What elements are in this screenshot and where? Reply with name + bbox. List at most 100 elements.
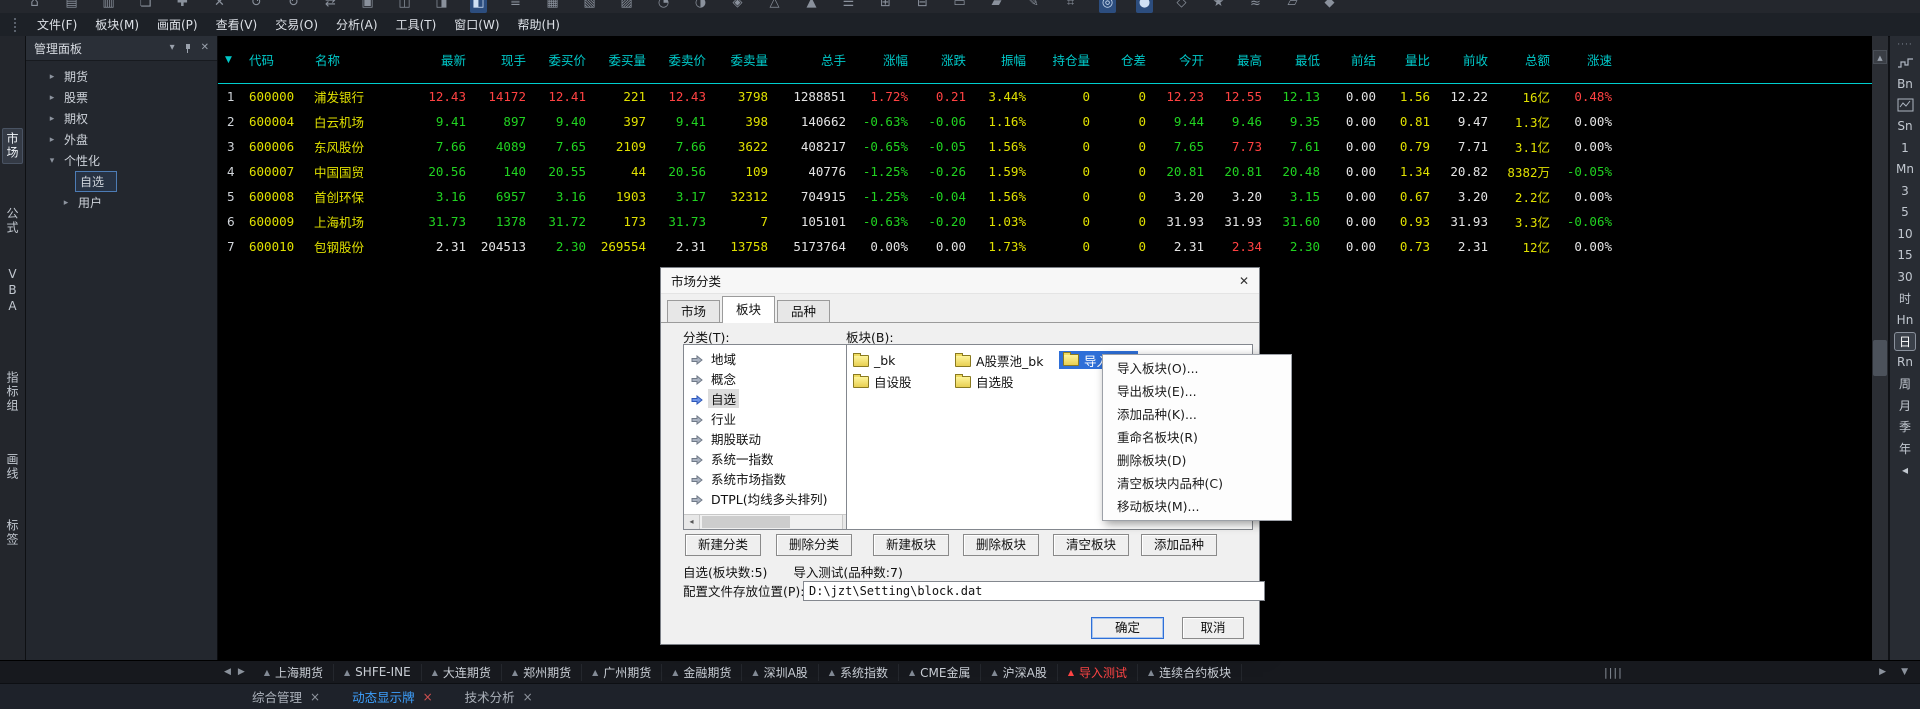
table-row[interactable]: 3600006东风股份7.6640897.6521097.66362240821… [218, 134, 1872, 159]
market-tab[interactable]: ▲大连期货 [422, 664, 502, 681]
horizontal-scrollbar[interactable]: ◂ ▸ [684, 514, 858, 529]
toolbar-icon[interactable]: ⌂ [26, 0, 43, 13]
toolbar-icon[interactable]: ↺ [248, 0, 265, 13]
side-tab[interactable]: 指标组 [3, 368, 22, 416]
close-icon[interactable]: ✕ [1239, 274, 1249, 288]
column-header[interactable]: 涨跌 [916, 50, 974, 69]
context-menu-item[interactable]: 删除板块(D) [1103, 449, 1291, 472]
cancel-button[interactable]: 取消 [1182, 617, 1244, 639]
dialog-tab[interactable]: 品种 [777, 300, 830, 322]
table-row[interactable]: 4600007中国国贸20.5614020.554420.5610940776-… [218, 159, 1872, 184]
scroll-left-icon[interactable]: ◂ [684, 515, 700, 529]
tab-nav-arrow-icon[interactable]: ▼ [1901, 667, 1908, 677]
column-header[interactable]: 振幅 [974, 50, 1034, 69]
period-button[interactable]: 年 [1894, 438, 1916, 460]
dialog-tab[interactable]: 板块 [722, 296, 775, 323]
column-header[interactable]: 量比 [1384, 50, 1438, 69]
tree-item[interactable]: ▸外盘 [26, 129, 217, 150]
dialog-button[interactable]: 新建板块 [873, 534, 949, 556]
column-header[interactable]: 最低 [1270, 50, 1328, 69]
board-item[interactable]: 自设股 [853, 371, 912, 392]
toolbar-icon[interactable]: ▤ [63, 0, 80, 13]
toolbar-icon[interactable]: ⊟ [914, 0, 931, 13]
context-menu-item[interactable]: 导出板块(E)... [1103, 380, 1291, 403]
period-button[interactable]: 时 [1894, 288, 1916, 310]
side-tab[interactable]: VBA [5, 264, 21, 318]
tab-nav-arrow-icon[interactable]: ◀ [224, 667, 231, 677]
menu-item[interactable]: 交易(O) [266, 14, 327, 36]
column-header[interactable]: 总额 [1496, 50, 1558, 69]
category-item[interactable]: 期股联动 [684, 428, 858, 448]
tree-item[interactable]: ▸股票 [26, 87, 217, 108]
toolbar-icon[interactable]: ★ [1210, 0, 1227, 13]
context-menu-item[interactable]: 清空板块内品种(C) [1103, 472, 1291, 495]
dialog-button[interactable]: 添加品种 [1141, 534, 1217, 556]
toolbar-icon[interactable]: ▱ [1284, 0, 1301, 13]
toolbar-icon[interactable]: ▥ [100, 0, 117, 13]
period-button[interactable]: 10 [1894, 223, 1916, 245]
page-tab[interactable]: 综合管理× [238, 687, 334, 706]
menu-item[interactable]: 帮助(H) [509, 14, 569, 36]
toolbar-icon[interactable]: ⊞ [877, 0, 894, 13]
toolbar-icon[interactable]: ↻ [285, 0, 302, 13]
table-row[interactable]: 2600004白云机场9.418979.403979.41398140662-0… [218, 109, 1872, 134]
column-header[interactable]: 前收 [1438, 50, 1496, 69]
board-item[interactable]: _bk [853, 350, 912, 371]
side-tab[interactable]: 画线 [3, 450, 22, 484]
column-header[interactable]: 涨速 [1558, 50, 1620, 69]
table-row[interactable]: 1600000浦发银行12.431417212.4122112.43379812… [218, 84, 1872, 109]
tree-item[interactable]: 自选 [26, 171, 217, 192]
category-item[interactable]: DTPL(均线多头排列) [684, 488, 858, 508]
toolbar-icon[interactable]: ◑ [692, 0, 709, 13]
column-header[interactable]: 名称 [310, 50, 406, 69]
column-header[interactable]: 涨幅 [854, 50, 916, 69]
ok-button[interactable]: 确定 [1091, 617, 1164, 639]
toolbar-icon[interactable]: ✕ [211, 0, 228, 13]
tree-item[interactable]: ▸期货 [26, 66, 217, 87]
period-button[interactable]: Sn [1894, 116, 1916, 138]
side-tab[interactable]: 市场 [2, 128, 23, 164]
market-tab[interactable]: ▲金融期货 [662, 664, 742, 681]
toolbar-icon[interactable]: ▦ [544, 0, 561, 13]
column-header[interactable]: 今开 [1154, 50, 1212, 69]
column-header[interactable]: 委买量 [594, 50, 654, 69]
table-row[interactable]: 7600010包钢股份2.312045132.302695542.3113758… [218, 234, 1872, 259]
period-button[interactable]: Rn [1894, 352, 1916, 374]
toolbar-icon[interactable]: ▣ [359, 0, 376, 13]
toolbar-icon[interactable]: ▨ [618, 0, 635, 13]
column-header[interactable]: 委买价 [534, 50, 594, 69]
toolbar-icon[interactable]: ⇄ [322, 0, 339, 13]
scrollbar-thumb[interactable] [702, 516, 790, 528]
tree-item[interactable]: ▾个性化 [26, 150, 217, 171]
table-row[interactable]: 6600009上海机场31.73137831.7217331.737105101… [218, 209, 1872, 234]
tick-chart-icon[interactable] [1897, 52, 1914, 73]
chevron-down-icon[interactable]: ▾ [170, 43, 175, 53]
column-header[interactable]: 最新 [406, 50, 474, 69]
period-button[interactable]: 3 [1894, 180, 1916, 202]
context-menu-item[interactable]: 导入板块(O)... [1103, 357, 1291, 380]
period-button[interactable]: 1 [1894, 137, 1916, 159]
column-header[interactable]: 前结 [1328, 50, 1384, 69]
toolbar-icon[interactable]: ☰ [840, 0, 857, 13]
column-header[interactable]: 最高 [1212, 50, 1270, 69]
table-vertical-scrollbar[interactable]: ▲ [1872, 36, 1888, 660]
dialog-tab[interactable]: 市场 [667, 300, 720, 322]
context-menu-item[interactable]: 添加品种(K)... [1103, 403, 1291, 426]
page-tab[interactable]: 技术分析× [451, 687, 547, 706]
toolbar-icon[interactable]: ◆ [1321, 0, 1338, 13]
toolbar-icon[interactable]: ◫ [396, 0, 413, 13]
menu-item[interactable]: 板块(M) [86, 14, 148, 36]
market-tab[interactable]: ▲连续合约板块 [1138, 664, 1242, 681]
tree-item[interactable]: ▸期权 [26, 108, 217, 129]
scrollbar-thumb[interactable] [1873, 340, 1887, 376]
toolbar-icon[interactable]: ◈ [729, 0, 746, 13]
tab-nav-arrow-icon[interactable]: ▶ [238, 667, 245, 677]
close-tab-icon[interactable]: × [310, 690, 320, 704]
column-header[interactable]: 代码 [244, 50, 310, 69]
toolbar-icon[interactable]: ✚ [174, 0, 191, 13]
period-button[interactable]: 周 [1894, 373, 1916, 395]
toolbar-icon[interactable]: ✎ [1025, 0, 1042, 13]
period-button[interactable]: Bn [1894, 73, 1916, 95]
toolbar-icon[interactable]: ⌗ [1062, 0, 1079, 13]
context-menu-item[interactable]: 移动板块(M)... [1103, 495, 1291, 518]
